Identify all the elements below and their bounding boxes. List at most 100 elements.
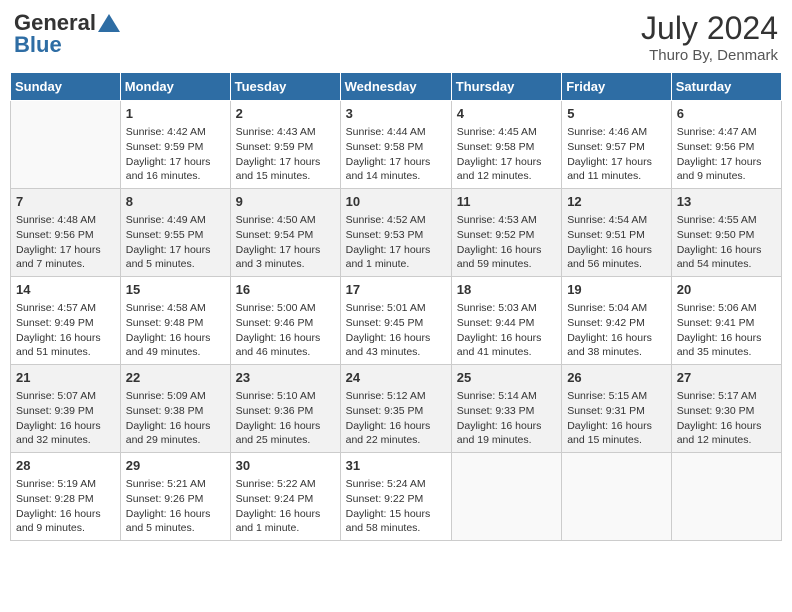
day-number: 5 (567, 105, 666, 123)
day-number: 20 (677, 281, 776, 299)
calendar-cell: 29 Sunrise: 5:21 AMSunset: 9:26 PMDayligh… (120, 453, 230, 541)
week-row-2: 7 Sunrise: 4:48 AMSunset: 9:56 PMDaylight… (11, 189, 782, 277)
day-number: 22 (126, 369, 225, 387)
calendar-cell: 6 Sunrise: 4:47 AMSunset: 9:56 PMDaylight… (671, 101, 781, 189)
day-info: Sunrise: 5:10 AMSunset: 9:36 PMDaylight:… (236, 389, 335, 448)
week-row-1: 1Sunrise: 4:42 AMSunset: 9:59 PMDaylight… (11, 101, 782, 189)
calendar-cell: 20Sunrise: 5:06 AMSunset: 9:41 PMDayligh… (671, 277, 781, 365)
month-year-title: July 2024 (641, 10, 778, 47)
week-row-5: 28Sunrise: 5:19 AMSunset: 9:28 PMDayligh… (11, 453, 782, 541)
day-number: 21 (16, 369, 115, 387)
day-info: Sunrise: 5:24 AMSunset: 9:22 PMDaylight:… (346, 477, 446, 536)
calendar-cell: 25 Sunrise: 5:14 AMSunset: 9:33 PMDayligh… (451, 365, 561, 453)
calendar-cell: 4 Sunrise: 4:45 AMSunset: 9:58 PMDaylight… (451, 101, 561, 189)
calendar-cell: 28Sunrise: 5:19 AMSunset: 9:28 PMDayligh… (11, 453, 121, 541)
calendar-cell: 30 Sunrise: 5:22 AMSunset: 9:24 PMDayligh… (230, 453, 340, 541)
calendar-cell: 23 Sunrise: 5:10 AMSunset: 9:36 PMDayligh… (230, 365, 340, 453)
calendar-cell (671, 453, 781, 541)
day-number: 12 (567, 193, 666, 211)
day-number: 10 (346, 193, 446, 211)
day-info: Sunrise: 4:46 AMSunset: 9:57 PMDaylight:… (567, 125, 666, 184)
day-info: Sunrise: 5:04 AMSunset: 9:42 PMDaylight:… (567, 301, 666, 360)
day-number: 25 (457, 369, 556, 387)
page-header: General Blue July 2024 Thuro By, Denmark (10, 10, 782, 64)
calendar-cell: 31Sunrise: 5:24 AMSunset: 9:22 PMDayligh… (340, 453, 451, 541)
day-info: Sunrise: 4:55 AMSunset: 9:50 PMDaylight:… (677, 213, 776, 272)
calendar-cell: 27 Sunrise: 5:17 AMSunset: 9:30 PMDayligh… (671, 365, 781, 453)
day-number: 18 (457, 281, 556, 299)
day-info: Sunrise: 5:07 AMSunset: 9:39 PMDaylight:… (16, 389, 115, 448)
weekday-header-friday: Friday (562, 73, 672, 101)
title-section: July 2024 Thuro By, Denmark (641, 10, 778, 64)
day-number: 26 (567, 369, 666, 387)
day-info: Sunrise: 5:21 AMSunset: 9:26 PMDaylight:… (126, 477, 225, 536)
calendar-cell: 15Sunrise: 4:58 AMSunset: 9:48 PMDayligh… (120, 277, 230, 365)
day-info: Sunrise: 4:47 AMSunset: 9:56 PMDaylight:… (677, 125, 776, 184)
calendar-cell (451, 453, 561, 541)
day-info: Sunrise: 5:09 AMSunset: 9:38 PMDaylight:… (126, 389, 225, 448)
day-info: Sunrise: 4:57 AMSunset: 9:49 PMDaylight:… (16, 301, 115, 360)
day-number: 23 (236, 369, 335, 387)
weekday-header-row: SundayMondayTuesdayWednesdayThursdayFrid… (11, 73, 782, 101)
calendar-cell: 2Sunrise: 4:43 AMSunset: 9:59 PMDaylight… (230, 101, 340, 189)
calendar-cell: 12 Sunrise: 4:54 AMSunset: 9:51 PMDayligh… (562, 189, 672, 277)
day-number: 2 (236, 105, 335, 123)
calendar-cell: 24 Sunrise: 5:12 AMSunset: 9:35 PMDayligh… (340, 365, 451, 453)
day-number: 16 (236, 281, 335, 299)
day-info: Sunrise: 5:17 AMSunset: 9:30 PMDaylight:… (677, 389, 776, 448)
location-subtitle: Thuro By, Denmark (641, 47, 778, 64)
day-info: Sunrise: 5:12 AMSunset: 9:35 PMDaylight:… (346, 389, 446, 448)
calendar-cell: 14 Sunrise: 4:57 AMSunset: 9:49 PMDayligh… (11, 277, 121, 365)
week-row-3: 14 Sunrise: 4:57 AMSunset: 9:49 PMDayligh… (11, 277, 782, 365)
day-number: 29 (126, 457, 225, 475)
day-info: Sunrise: 4:52 AMSunset: 9:53 PMDaylight:… (346, 213, 446, 272)
weekday-header-wednesday: Wednesday (340, 73, 451, 101)
day-number: 1 (126, 105, 225, 123)
day-number: 3 (346, 105, 446, 123)
calendar-cell: 3 Sunrise: 4:44 AMSunset: 9:58 PMDaylight… (340, 101, 451, 189)
weekday-header-saturday: Saturday (671, 73, 781, 101)
logo-icon (98, 14, 120, 32)
day-info: Sunrise: 5:15 AMSunset: 9:31 PMDaylight:… (567, 389, 666, 448)
logo: General Blue (14, 10, 120, 58)
day-number: 27 (677, 369, 776, 387)
calendar-cell: 19Sunrise: 5:04 AMSunset: 9:42 PMDayligh… (562, 277, 672, 365)
calendar-cell: 21 Sunrise: 5:07 AMSunset: 9:39 PMDayligh… (11, 365, 121, 453)
day-number: 4 (457, 105, 556, 123)
day-number: 15 (126, 281, 225, 299)
calendar-cell (562, 453, 672, 541)
day-info: Sunrise: 5:01 AMSunset: 9:45 PMDaylight:… (346, 301, 446, 360)
day-number: 24 (346, 369, 446, 387)
calendar-cell: 17 Sunrise: 5:01 AMSunset: 9:45 PMDayligh… (340, 277, 451, 365)
week-row-4: 21 Sunrise: 5:07 AMSunset: 9:39 PMDayligh… (11, 365, 782, 453)
day-number: 8 (126, 193, 225, 211)
weekday-header-monday: Monday (120, 73, 230, 101)
calendar-cell: 8Sunrise: 4:49 AMSunset: 9:55 PMDaylight… (120, 189, 230, 277)
day-number: 9 (236, 193, 335, 211)
day-number: 28 (16, 457, 115, 475)
day-number: 6 (677, 105, 776, 123)
day-info: Sunrise: 4:54 AMSunset: 9:51 PMDaylight:… (567, 213, 666, 272)
calendar-cell: 26 Sunrise: 5:15 AMSunset: 9:31 PMDayligh… (562, 365, 672, 453)
day-info: Sunrise: 4:48 AMSunset: 9:56 PMDaylight:… (16, 213, 115, 272)
calendar-cell: 5 Sunrise: 4:46 AMSunset: 9:57 PMDaylight… (562, 101, 672, 189)
calendar-cell (11, 101, 121, 189)
weekday-header-thursday: Thursday (451, 73, 561, 101)
day-info: Sunrise: 4:44 AMSunset: 9:58 PMDaylight:… (346, 125, 446, 184)
calendar-cell: 11Sunrise: 4:53 AMSunset: 9:52 PMDayligh… (451, 189, 561, 277)
calendar-cell: 13 Sunrise: 4:55 AMSunset: 9:50 PMDayligh… (671, 189, 781, 277)
weekday-header-sunday: Sunday (11, 73, 121, 101)
day-number: 13 (677, 193, 776, 211)
day-info: Sunrise: 5:14 AMSunset: 9:33 PMDaylight:… (457, 389, 556, 448)
day-info: Sunrise: 4:45 AMSunset: 9:58 PMDaylight:… (457, 125, 556, 184)
calendar-table: SundayMondayTuesdayWednesdayThursdayFrid… (10, 72, 782, 541)
day-info: Sunrise: 5:00 AMSunset: 9:46 PMDaylight:… (236, 301, 335, 360)
day-number: 14 (16, 281, 115, 299)
day-info: Sunrise: 5:22 AMSunset: 9:24 PMDaylight:… (236, 477, 335, 536)
day-number: 17 (346, 281, 446, 299)
calendar-cell: 10 Sunrise: 4:52 AMSunset: 9:53 PMDayligh… (340, 189, 451, 277)
logo-blue: Blue (14, 32, 62, 58)
calendar-cell: 7 Sunrise: 4:48 AMSunset: 9:56 PMDaylight… (11, 189, 121, 277)
day-number: 30 (236, 457, 335, 475)
day-number: 7 (16, 193, 115, 211)
